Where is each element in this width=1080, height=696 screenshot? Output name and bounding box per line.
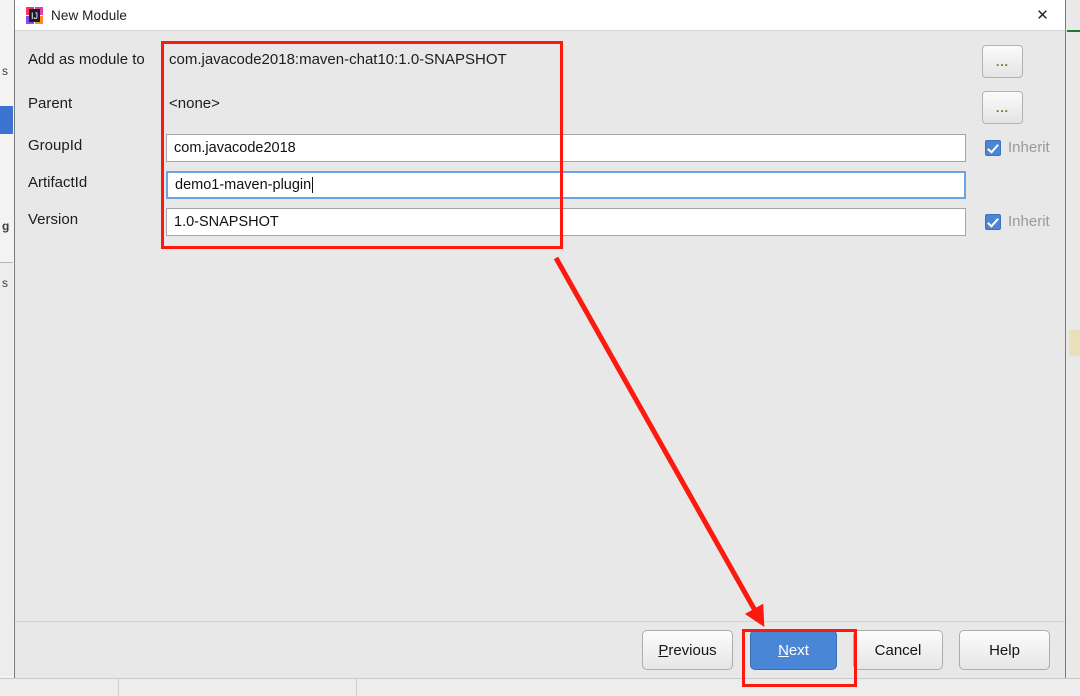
groupid-inherit-checkbox[interactable]: Inherit [985,139,1050,156]
browse-parent-button[interactable]: ... [982,91,1023,124]
background-ide-left-panel: s g s [0,0,15,676]
artifactid-label: ArtifactId [28,174,88,191]
version-inherit-label: Inherit [1008,213,1050,230]
previous-button[interactable]: Previous [642,630,733,670]
close-icon[interactable]: ✕ [1020,0,1065,30]
status-bar-divider [356,679,357,696]
parent-label: Parent [28,95,73,112]
dialog-content: Add as module to com.javacode2018:maven-… [15,31,1065,621]
text-caret [312,177,314,193]
background-ide-text-fragment: s [2,276,8,290]
background-ide-lower-panel [0,263,13,676]
cancel-button[interactable]: Cancel [853,630,943,670]
groupid-label: GroupId [28,137,83,154]
parent-value[interactable]: <none> [169,95,220,112]
screenshot-root: s g s IJ New Module ✕ Add as module to c… [0,0,1080,696]
status-bar-divider [118,679,119,696]
intellij-idea-icon: IJ [26,7,43,24]
gutter-marker-yellow-icon [1069,330,1080,356]
checkbox-checked-icon[interactable] [985,139,1001,156]
version-inherit-checkbox[interactable]: Inherit [985,213,1050,230]
background-ide-selected-item[interactable] [0,106,13,134]
artifactid-input-value: demo1-maven-plugin [175,177,312,193]
add-as-module-to-label: Add as module to [28,51,145,68]
groupid-inherit-label: Inherit [1008,139,1050,156]
next-button[interactable]: Next [750,630,837,670]
artifactid-input[interactable]: demo1-maven-plugin [166,171,966,199]
help-button[interactable]: Help [959,630,1050,670]
previous-button-mnemonic: P [658,641,669,659]
previous-button-label: revious [668,641,717,659]
version-label: Version [28,211,79,228]
dialog-title: New Module [51,8,128,23]
gutter-marker-green-icon [1067,30,1080,32]
background-ide-status-bar [0,678,1080,696]
background-ide-text-fragment: g [2,219,10,233]
groupid-input[interactable]: com.javacode2018 [166,134,966,162]
dialog-titlebar[interactable]: IJ New Module ✕ [15,0,1065,31]
new-module-dialog: IJ New Module ✕ Add as module to com.jav… [14,0,1066,678]
dialog-footer: Previous Next Cancel Help [15,621,1065,678]
next-button-mnemonic: N [778,641,789,659]
version-input[interactable]: 1.0-SNAPSHOT [166,208,966,236]
browse-module-button[interactable]: ... [982,45,1023,78]
add-as-module-to-value[interactable]: com.javacode2018:maven-chat10:1.0-SNAPSH… [169,51,507,68]
next-button-label: ext [788,641,809,659]
svg-text:IJ: IJ [31,11,38,21]
checkbox-checked-icon[interactable] [985,213,1001,230]
background-ide-text-fragment: s [2,64,8,78]
